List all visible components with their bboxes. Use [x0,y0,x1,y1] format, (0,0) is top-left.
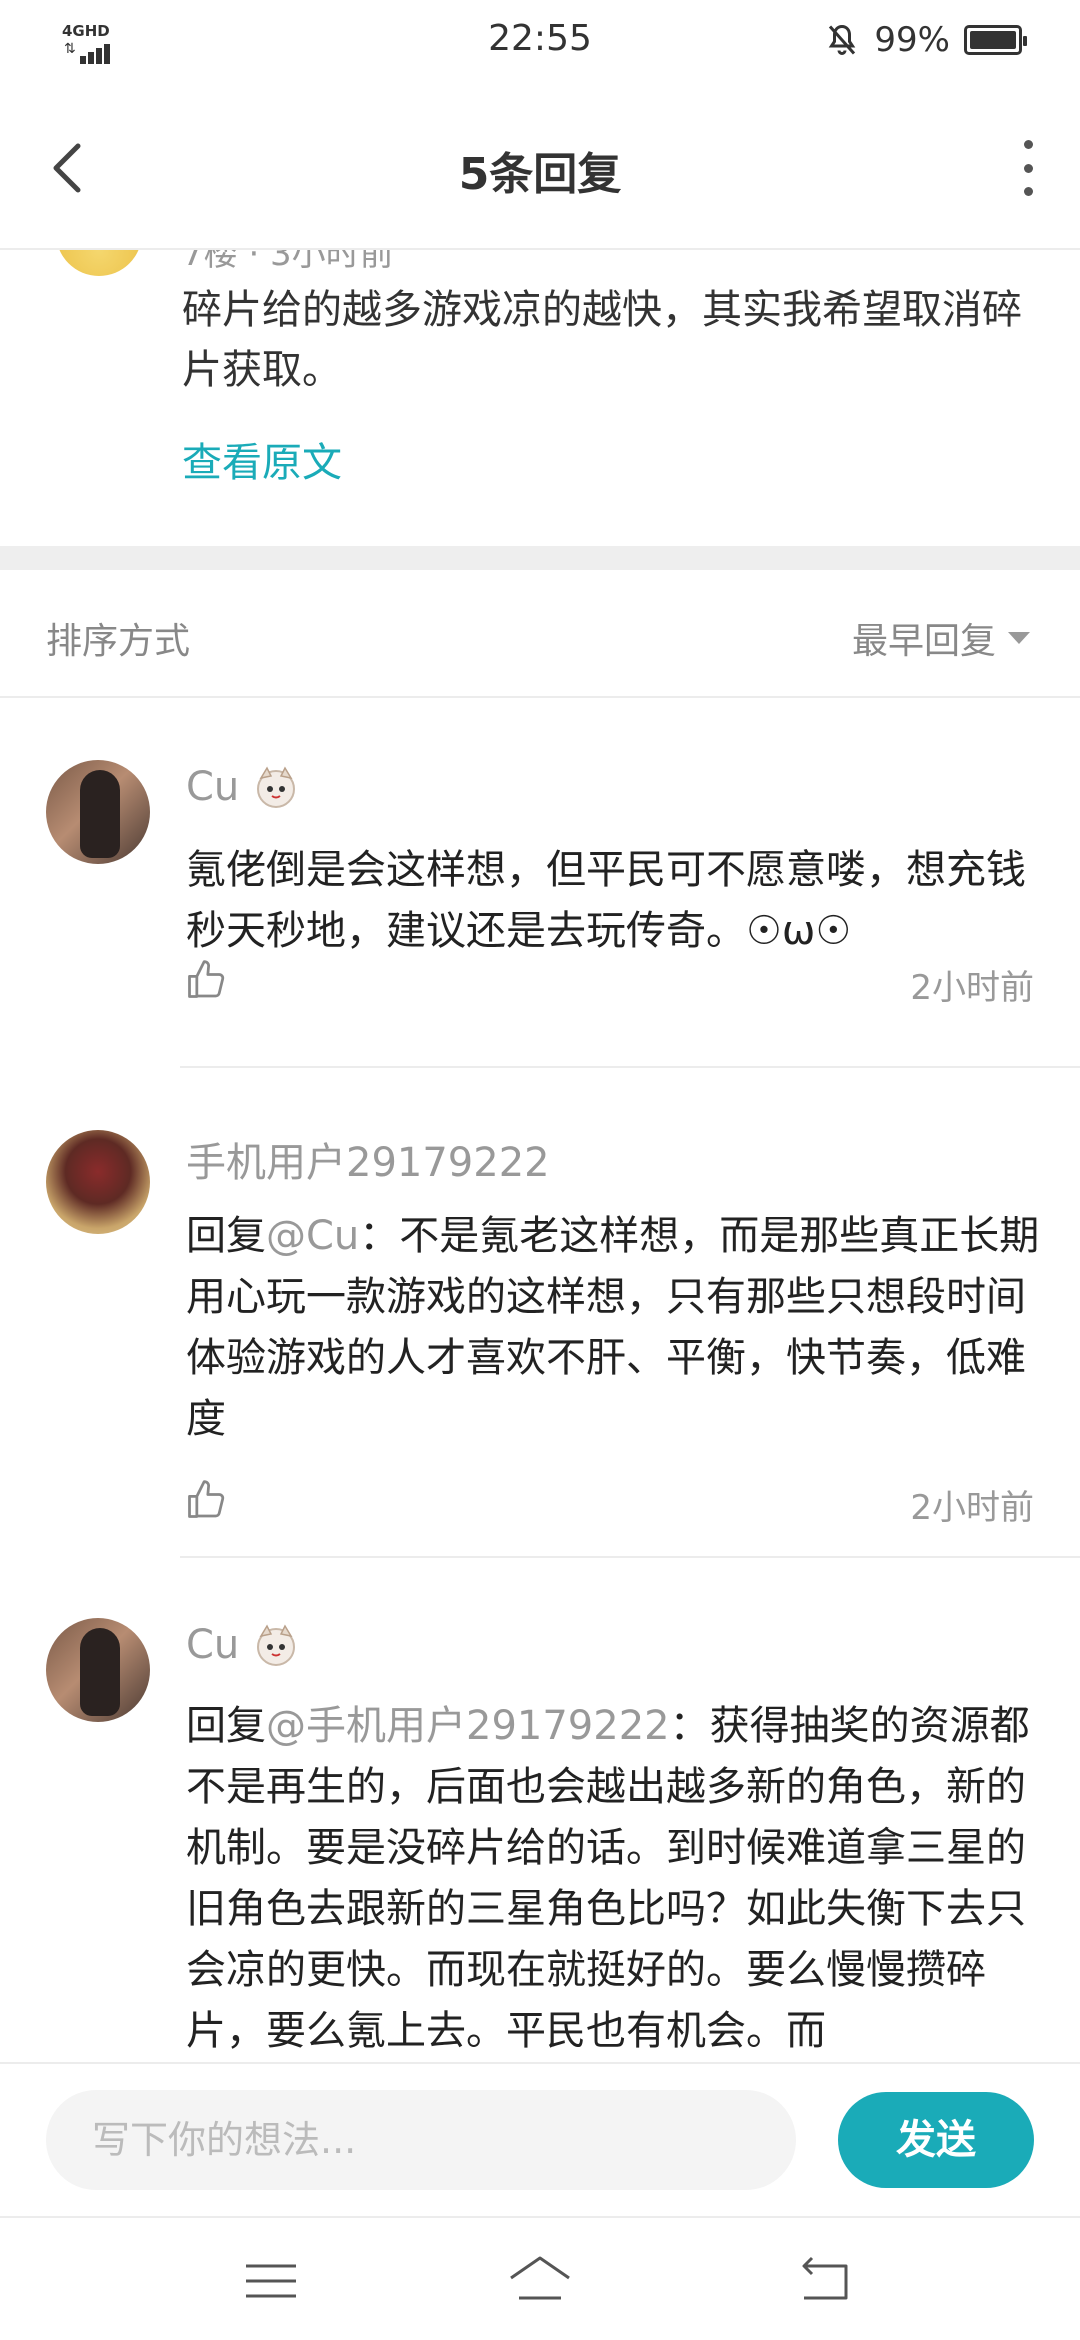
comment-text: 碎片给的越多游戏凉的越快，其实我希望取消碎片获取。 [182,287,1022,393]
page-title: 5条回复 [458,149,622,200]
mention-link[interactable]: @Cu [266,1213,359,1259]
more-options-icon[interactable] [1016,140,1040,196]
reply-item: Cu 回复@手机用户29179222：获得抽奖的资源都不是再生的，后面也会越出越… [0,1558,1080,2062]
reply-item: 手机用户29179222 回复@Cu：不是氪老这样想，而是那些真正长期用心玩一款… [0,1068,1080,1558]
comment-input[interactable]: 写下你的想法... [46,2090,796,2190]
mute-bell-icon [829,24,856,55]
reply-text: 回复@Cu：不是氪老这样想，而是那些真正长期用心玩一款游戏的这样想，只有那些只想… [186,1206,1046,1450]
sort-dropdown[interactable]: 最早回复 [852,612,1030,664]
original-comment: 7楼 · 3小时前 碎片给的越多游戏凉的越快，其实我希望取消碎片获取。 查看原文 [0,250,1080,546]
caret-down-icon [1008,632,1030,644]
sort-label: 排序方式 [46,621,191,662]
avatar[interactable] [46,760,150,864]
reply-text: 回复@手机用户29179222：获得抽奖的资源都不是再生的，后面也会越出越多新的… [186,1696,1046,2062]
comment-input-bar: 写下你的想法... 发送 [0,2062,1080,2216]
mascot-badge-icon [257,1624,296,1666]
avatar[interactable] [56,250,142,276]
author-name[interactable]: 手机用户29179222 [186,1130,550,1188]
reply-time: 2小时前 [910,1488,1034,1528]
send-button[interactable]: 发送 [838,2092,1034,2188]
battery-icon [964,25,1027,55]
view-original-link[interactable]: 查看原文 [182,430,342,488]
reply-time: 2小时前 [910,968,1034,1008]
sort-row: 排序方式 最早回复 [0,570,1080,698]
mascot-badge-icon [257,766,296,808]
section-divider [0,546,1080,570]
reply-content: ：获得抽奖的资源都不是再生的，后面也会越出越多新的角色，新的机制。要是没碎片给的… [186,1703,1030,2054]
sort-selected-value: 最早回复 [851,621,996,662]
avatar[interactable] [46,1618,150,1722]
author-name[interactable]: Cu [186,1622,239,1668]
mention-link[interactable]: @手机用户29179222 [266,1703,670,1749]
avatar[interactable] [46,1130,150,1234]
reply-item: Cu 氪佬倒是会这样想，但平民可不愿意喽，想充钱秒天秒地，建议还是去玩传奇。☉ω… [0,700,1080,1068]
reply-prefix: 回复 [186,1703,266,1749]
author-name[interactable]: Cu [186,764,239,810]
home-icon[interactable] [505,2246,575,2316]
status-bar: 4GHD ⇅ 22:55 99% [0,0,1080,84]
thumbs-up-icon[interactable] [184,1478,228,1522]
battery-percent: 99% [874,20,950,60]
reply-author-row: Cu [186,762,301,812]
reply-prefix: 回复 [186,1213,266,1259]
top-app-bar: 5条回复 [0,84,1080,250]
reply-author-row: Cu [186,1620,301,1670]
thumbs-up-icon[interactable] [184,958,228,1002]
status-right: 99% [824,20,1027,60]
back-nav-icon[interactable] [790,2246,860,2316]
comment-meta: 7楼 · 3小时前 [182,250,394,274]
system-nav-bar [0,2216,1080,2340]
menu-icon[interactable] [236,2246,306,2316]
reply-author-row: 手机用户29179222 [186,1130,550,1188]
reply-text: 氪佬倒是会这样想，但平民可不愿意喽，想充钱秒天秒地，建议还是去玩传奇。☉ω☉ [186,847,1026,954]
